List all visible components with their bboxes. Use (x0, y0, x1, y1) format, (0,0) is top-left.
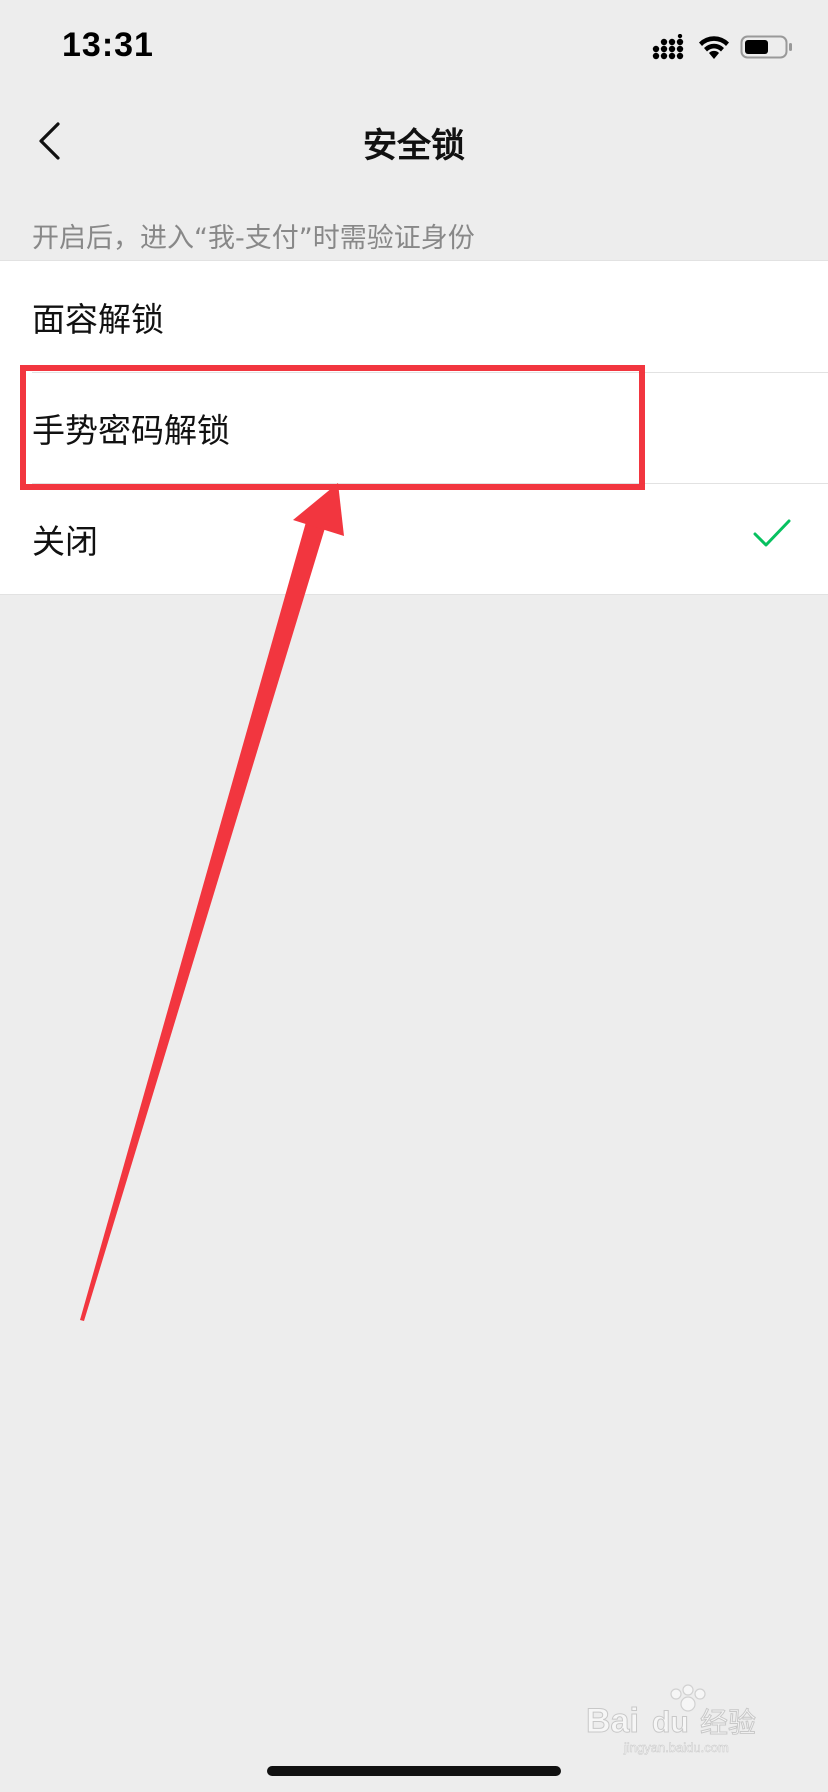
option-off[interactable]: 关闭 (0, 483, 828, 594)
page-title: 安全锁 (363, 126, 465, 166)
home-indicator[interactable] (267, 1766, 561, 1776)
svg-text:du: du (652, 1706, 689, 1739)
option-gesture-unlock[interactable]: 手势密码解锁 (0, 372, 828, 483)
option-label: 手势密码解锁 (32, 410, 230, 450)
status-icons (652, 34, 794, 60)
baidu-jingyan-watermark: Bai du 经验 jingyan.baidu.com (586, 1684, 757, 1755)
watermark-url: jingyan.baidu.com (623, 1740, 729, 1755)
option-label: 面容解锁 (32, 299, 164, 339)
checkmark-icon (753, 519, 791, 547)
option-label: 关闭 (32, 521, 98, 561)
svg-text:经验: 经验 (700, 1706, 756, 1739)
battery-icon (740, 35, 792, 59)
status-bar: 13:31 (0, 0, 828, 100)
svg-text:Bai: Bai (586, 1702, 639, 1740)
nav-bar: 安全锁 (0, 100, 828, 182)
wifi-icon (699, 36, 729, 59)
signal-icon (652, 34, 684, 60)
options-list: 面容解锁 手势密码解锁 关闭 (0, 260, 828, 595)
section-description: 开启后，进入“我-支付”时需验证身份 (32, 223, 475, 254)
status-time: 13:31 (62, 26, 154, 64)
option-face-unlock[interactable]: 面容解锁 (0, 261, 828, 372)
